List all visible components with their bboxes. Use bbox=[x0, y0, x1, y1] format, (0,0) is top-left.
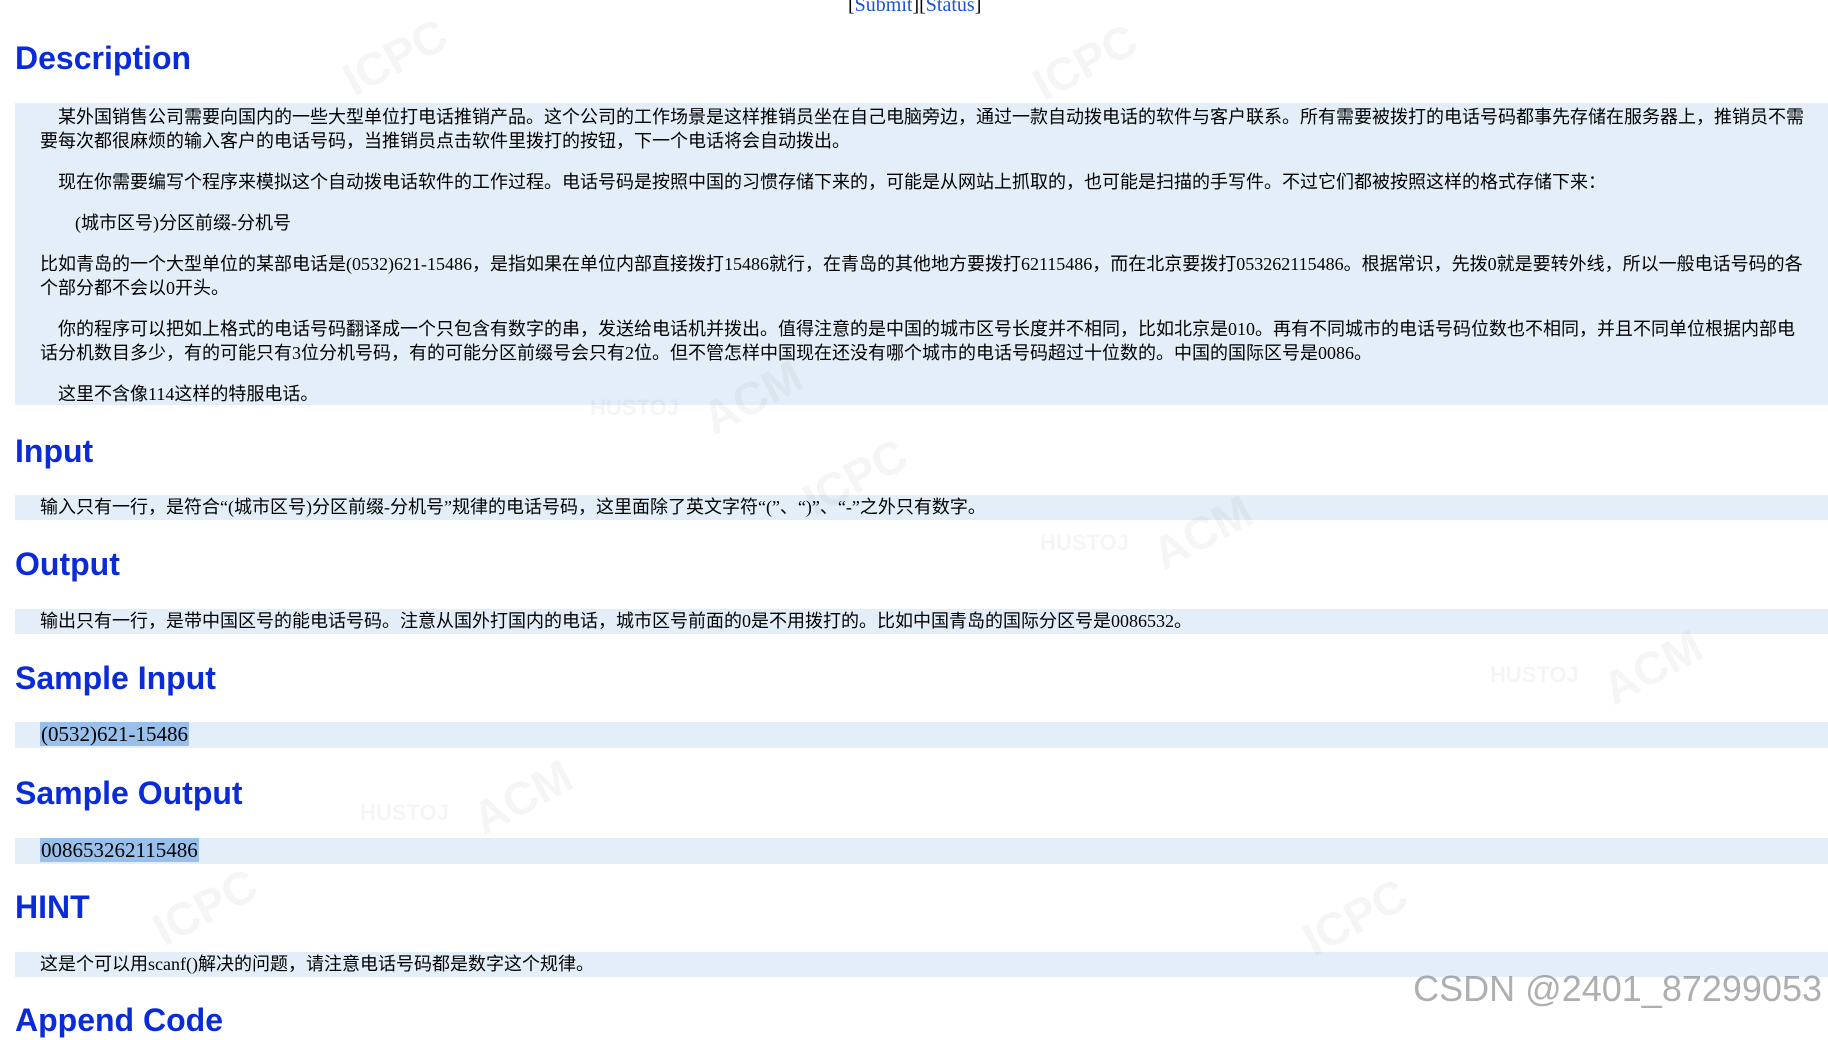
sample-input-panel: (0532)621-15486 bbox=[15, 722, 1828, 748]
hint-heading: HINT bbox=[15, 889, 90, 925]
description-paragraph-5: 你的程序可以把如上格式的电话号码翻译成一个只包含有数字的串，发送给电话机并拨出。… bbox=[40, 319, 1795, 363]
append-code-heading: Append Code bbox=[15, 1002, 223, 1038]
input-heading: Input bbox=[15, 433, 94, 469]
description-paragraph-4: 比如青岛的一个大型单位的某部电话是(0532)621-15486，是指如果在单位… bbox=[40, 254, 1803, 298]
watermark-husto: HUSTOJ bbox=[1490, 662, 1579, 687]
watermark-acm: ACM bbox=[463, 749, 581, 845]
description-panel: 某外国销售公司需要向国内的一些大型单位打电话推销产品。这个公司的工作场景是这样推… bbox=[15, 103, 1828, 405]
sample-output-heading: Sample Output bbox=[15, 775, 243, 811]
output-text: 输出只有一行，是带中国区号的能电话号码。注意从国外打国内的电话，城市区号前面的0… bbox=[40, 611, 1192, 631]
output-heading: Output bbox=[15, 546, 120, 582]
input-text: 输入只有一行，是符合“(城市区号)分区前缀-分机号”规律的电话号码，这里面除了英… bbox=[40, 497, 986, 517]
sample-input-heading: Sample Input bbox=[15, 660, 216, 696]
input-panel: 输入只有一行，是符合“(城市区号)分区前缀-分机号”规律的电话号码，这里面除了英… bbox=[15, 495, 1828, 520]
watermark-husto: HUSTOJ bbox=[360, 800, 449, 825]
top-links: [Submit][Status] bbox=[848, 0, 981, 17]
watermark-icpc: ICPC bbox=[334, 8, 456, 106]
description-heading: Description bbox=[15, 40, 192, 76]
description-paragraph-3: (城市区号)分区前缀-分机号 bbox=[75, 213, 291, 233]
output-panel: 输出只有一行，是带中国区号的能电话号码。注意从国外打国内的电话，城市区号前面的0… bbox=[15, 609, 1828, 634]
description-paragraph-6: 这里不含像114这样的特服电话。 bbox=[58, 384, 319, 404]
description-paragraph-1: 某外国销售公司需要向国内的一些大型单位打电话推销产品。这个公司的工作场景是这样推… bbox=[40, 107, 1804, 151]
status-link[interactable]: Status bbox=[926, 0, 975, 16]
description-paragraph-2: 现在你需要编写个程序来模拟这个自动拨电话软件的工作过程。电话号码是按照中国的习惯… bbox=[58, 172, 1606, 192]
watermark-icpc: ICPC bbox=[1024, 13, 1146, 111]
sample-input-text[interactable]: (0532)621-15486 bbox=[40, 722, 189, 746]
watermark-husto: HUSTOJ bbox=[1040, 530, 1129, 555]
sample-output-text[interactable]: 008653262115486 bbox=[40, 838, 199, 862]
csdn-watermark: CSDN @2401_87299053 bbox=[1413, 968, 1822, 1009]
submit-link[interactable]: Submit bbox=[855, 0, 913, 16]
watermark-icpc: ICPC bbox=[144, 858, 266, 956]
sample-output-panel: 008653262115486 bbox=[15, 838, 1828, 864]
